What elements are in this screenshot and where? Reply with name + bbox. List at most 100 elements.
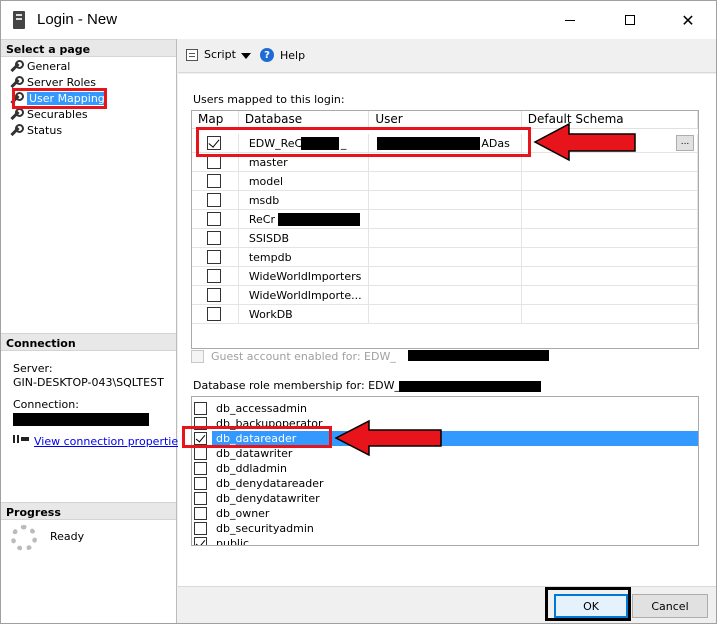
connection-header: Connection xyxy=(1,333,176,351)
map-checkbox[interactable] xyxy=(207,174,221,188)
wrench-icon xyxy=(9,76,24,88)
role-membership-list: db_accessadmin db_backupoperator db_data… xyxy=(191,396,699,546)
database-name: WideWorldImporte... xyxy=(238,286,370,305)
list-item[interactable]: db_ddladmin xyxy=(192,461,698,476)
list-item[interactable]: db_securityadmin xyxy=(192,521,698,536)
map-checkbox[interactable] xyxy=(207,212,221,226)
minimize-button[interactable] xyxy=(547,1,593,39)
role-label: db_ddladmin xyxy=(216,462,287,475)
default-schema xyxy=(521,267,698,286)
guest-account-checkbox xyxy=(191,349,204,363)
page-label: Status xyxy=(27,123,63,137)
list-item[interactable]: db_denydatareader xyxy=(192,476,698,491)
page-item-general[interactable]: General xyxy=(9,58,70,74)
guest-account-label: Guest account enabled for: EDW_ xyxy=(211,349,396,363)
progress-status: Ready xyxy=(50,530,85,543)
server-value: GIN-DESKTOP-043\SQLTEST xyxy=(13,376,164,389)
server-label: Server: xyxy=(13,362,53,375)
table-row[interactable]: SSISDB xyxy=(192,229,698,248)
role-checkbox[interactable] xyxy=(194,507,207,520)
role-checkbox[interactable] xyxy=(194,492,207,505)
login-dialog: Login - New ✕ Select a page General Serv… xyxy=(0,0,717,624)
database-name: SSISDB xyxy=(238,229,370,248)
role-label: db_owner xyxy=(216,507,270,520)
dialog-footer: OK Cancel xyxy=(178,586,716,623)
wrench-icon xyxy=(9,60,24,72)
select-page-header: Select a page xyxy=(1,39,176,57)
database-name: msdb xyxy=(238,191,370,210)
role-checkbox[interactable] xyxy=(194,447,207,460)
user-name xyxy=(369,229,522,248)
table-row[interactable]: model xyxy=(192,172,698,191)
table-row[interactable]: WorkDB xyxy=(192,305,698,324)
script-label: Script xyxy=(204,48,236,61)
table-row[interactable]: msdb xyxy=(192,191,698,210)
database-server-icon xyxy=(13,11,25,29)
table-row[interactable]: WideWorldImporters xyxy=(192,267,698,286)
user-name xyxy=(369,286,522,305)
browse-schema-button[interactable]: ... xyxy=(676,135,694,151)
table-row[interactable]: tempdb xyxy=(192,248,698,267)
minimize-icon xyxy=(565,19,575,21)
list-item[interactable]: db_denydatawriter xyxy=(192,491,698,506)
progress-header: Progress xyxy=(1,502,176,520)
window-title: Login - New xyxy=(37,11,118,28)
help-button[interactable]: ? Help xyxy=(260,48,305,62)
script-button[interactable]: Script xyxy=(186,48,236,61)
map-checkbox[interactable] xyxy=(207,155,221,169)
user-name xyxy=(369,172,522,191)
user-name xyxy=(369,248,522,267)
role-checkbox[interactable] xyxy=(194,522,207,535)
users-mapped-label: Users mapped to this login: xyxy=(193,93,345,106)
page-label: General xyxy=(27,59,71,73)
user-name xyxy=(369,305,522,324)
script-dropdown-icon[interactable] xyxy=(241,53,251,59)
close-button[interactable]: ✕ xyxy=(665,1,711,39)
annotation-arrow-icon xyxy=(334,419,442,457)
user-name xyxy=(369,267,522,286)
view-connection-properties-link[interactable]: View connection properties xyxy=(34,435,184,448)
help-label: Help xyxy=(280,48,306,62)
table-row[interactable]: WideWorldImporte... xyxy=(192,286,698,305)
map-checkbox[interactable] xyxy=(207,250,221,264)
role-checkbox[interactable] xyxy=(194,477,207,490)
progress-spinner-icon xyxy=(11,525,37,551)
maximize-button[interactable] xyxy=(607,1,653,39)
map-checkbox[interactable] xyxy=(207,288,221,302)
role-checkbox[interactable] xyxy=(194,402,207,415)
redacted-text xyxy=(399,381,541,392)
left-pane: Select a page General Server Roles User … xyxy=(1,39,184,623)
map-checkbox[interactable] xyxy=(207,231,221,245)
table-row[interactable]: ReCr xyxy=(192,210,698,229)
database-name: tempdb xyxy=(238,248,370,267)
list-item[interactable]: public xyxy=(192,536,698,546)
role-checkbox[interactable] xyxy=(194,537,207,545)
default-schema xyxy=(521,191,698,210)
plug-icon xyxy=(13,433,29,447)
list-item[interactable]: db_datawriter xyxy=(192,446,698,461)
toolbar: Script ? Help xyxy=(178,39,716,73)
guest-account-option: Guest account enabled for: EDW_ xyxy=(191,348,549,364)
role-checkbox[interactable] xyxy=(194,462,207,475)
map-checkbox[interactable] xyxy=(207,307,221,321)
page-label: Securables xyxy=(27,107,88,121)
database-name: ReCr xyxy=(248,213,275,226)
annotation-box-user-mapping xyxy=(12,88,107,109)
wrench-icon xyxy=(9,124,24,136)
map-checkbox[interactable] xyxy=(207,193,221,207)
list-item[interactable]: db_accessadmin xyxy=(192,401,698,416)
default-schema xyxy=(521,286,698,305)
annotation-box-ok xyxy=(545,587,631,621)
list-item[interactable]: db_owner xyxy=(192,506,698,521)
page-item-status[interactable]: Status xyxy=(9,122,62,138)
role-label: public xyxy=(216,537,250,546)
help-icon: ? xyxy=(260,48,274,62)
redacted-connection xyxy=(13,413,149,426)
map-checkbox[interactable] xyxy=(207,269,221,283)
user-name xyxy=(369,191,522,210)
title-bar: Login - New ✕ xyxy=(1,1,716,39)
cancel-button[interactable]: Cancel xyxy=(632,594,708,618)
close-icon: ✕ xyxy=(681,10,695,30)
default-schema xyxy=(521,210,698,229)
user-name xyxy=(369,210,522,229)
